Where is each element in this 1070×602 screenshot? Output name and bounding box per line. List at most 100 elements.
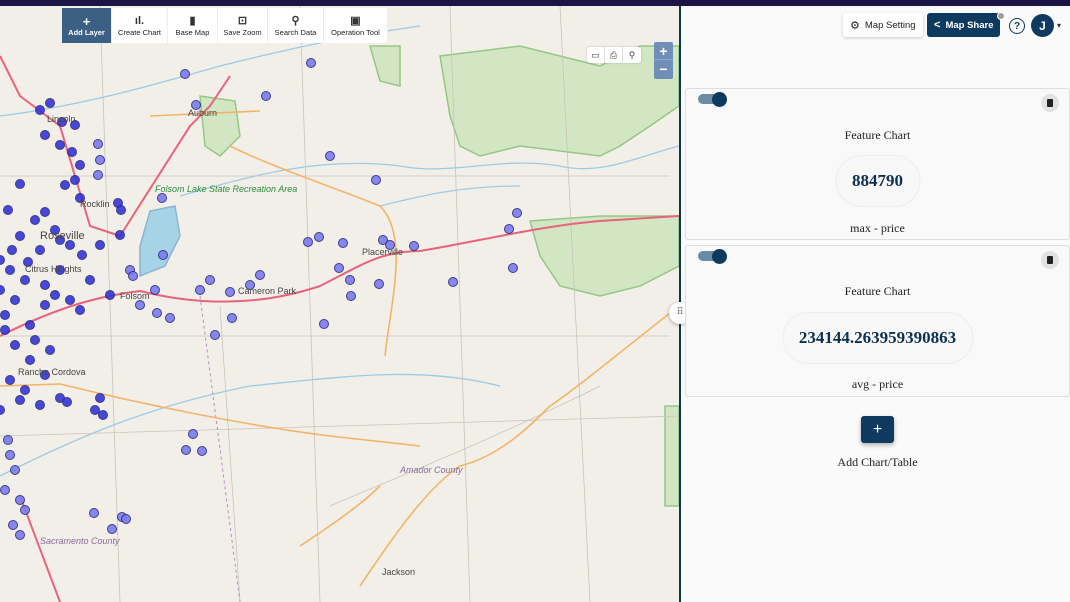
map-share-button[interactable]: < Map Share <box>927 13 1001 37</box>
map-marker[interactable] <box>20 385 30 395</box>
map-marker[interactable] <box>116 205 126 215</box>
map-marker[interactable] <box>15 179 25 189</box>
map-marker[interactable] <box>15 495 25 505</box>
map-marker[interactable] <box>20 275 30 285</box>
map-marker[interactable] <box>40 300 50 310</box>
map-marker[interactable] <box>504 224 514 234</box>
map-marker[interactable] <box>195 285 205 295</box>
map-marker[interactable] <box>77 250 87 260</box>
map-marker[interactable] <box>345 275 355 285</box>
map-marker[interactable] <box>303 237 313 247</box>
map-marker[interactable] <box>165 313 175 323</box>
map-marker[interactable] <box>10 340 20 350</box>
map-marker[interactable] <box>93 170 103 180</box>
print-button[interactable]: ⎙ <box>605 47 623 63</box>
map-marker[interactable] <box>261 91 271 101</box>
map-marker[interactable] <box>0 325 10 335</box>
map-marker[interactable] <box>325 151 335 161</box>
map-marker[interactable] <box>225 287 235 297</box>
map-marker[interactable] <box>85 275 95 285</box>
map-marker[interactable] <box>255 270 265 280</box>
map-marker[interactable] <box>35 400 45 410</box>
map-marker[interactable] <box>152 308 162 318</box>
map-marker[interactable] <box>60 180 70 190</box>
map-view[interactable]: Auburn Lincoln Rocklin Roseville Folsom … <box>0 6 679 602</box>
map-marker[interactable] <box>15 395 25 405</box>
map-marker[interactable] <box>90 405 100 415</box>
map-marker[interactable] <box>8 520 18 530</box>
map-marker[interactable] <box>89 508 99 518</box>
map-marker[interactable] <box>98 410 108 420</box>
map-marker[interactable] <box>105 290 115 300</box>
map-marker[interactable] <box>65 295 75 305</box>
zoom-out-button[interactable]: − <box>654 60 673 78</box>
map-marker[interactable] <box>197 446 207 456</box>
map-marker[interactable] <box>448 277 458 287</box>
map-marker[interactable] <box>508 263 518 273</box>
map-marker[interactable] <box>121 514 131 524</box>
map-marker[interactable] <box>181 445 191 455</box>
map-marker[interactable] <box>45 98 55 108</box>
map-marker[interactable] <box>67 147 77 157</box>
map-marker[interactable] <box>45 345 55 355</box>
map-marker[interactable] <box>205 275 215 285</box>
map-marker[interactable] <box>5 375 15 385</box>
map-marker[interactable] <box>55 140 65 150</box>
save-zoom-button[interactable]: ⊡ Save Zoom <box>218 8 268 43</box>
map-marker[interactable] <box>25 355 35 365</box>
delete-icon[interactable] <box>1041 251 1059 269</box>
map-marker[interactable] <box>371 175 381 185</box>
map-marker[interactable] <box>0 310 10 320</box>
map-marker[interactable] <box>135 300 145 310</box>
map-marker[interactable] <box>314 232 324 242</box>
map-marker[interactable] <box>7 245 17 255</box>
create-chart-button[interactable]: ıl. Create Chart <box>112 8 168 43</box>
map-marker[interactable] <box>62 397 72 407</box>
zoom-in-button[interactable]: + <box>654 42 673 60</box>
map-marker[interactable] <box>5 450 15 460</box>
chevron-down-icon[interactable]: ▾ <box>1057 21 1061 30</box>
delete-icon[interactable] <box>1041 94 1059 112</box>
map-marker[interactable] <box>35 105 45 115</box>
map-marker[interactable] <box>3 435 13 445</box>
map-marker[interactable] <box>20 505 30 515</box>
map-setting-button[interactable]: ⚙ Map Setting <box>843 13 923 37</box>
map-marker[interactable] <box>346 291 356 301</box>
map-marker[interactable] <box>319 319 329 329</box>
map-marker[interactable] <box>95 240 105 250</box>
measure-button[interactable]: ▭ <box>587 47 605 63</box>
map-marker[interactable] <box>25 320 35 330</box>
map-marker[interactable] <box>40 280 50 290</box>
map-marker[interactable] <box>5 265 15 275</box>
add-chart-button[interactable]: + <box>861 416 894 443</box>
add-layer-button[interactable]: + Add Layer <box>62 8 112 43</box>
map-marker[interactable] <box>15 530 25 540</box>
map-marker[interactable] <box>40 207 50 217</box>
map-marker[interactable] <box>150 285 160 295</box>
map-marker[interactable] <box>0 285 5 295</box>
map-marker[interactable] <box>107 524 117 534</box>
map-marker[interactable] <box>75 160 85 170</box>
card-visibility-toggle[interactable] <box>698 248 727 264</box>
map-marker[interactable] <box>158 250 168 260</box>
map-marker[interactable] <box>95 393 105 403</box>
help-icon[interactable]: ? <box>1009 18 1025 34</box>
card-visibility-toggle[interactable] <box>698 91 727 107</box>
map-marker[interactable] <box>180 69 190 79</box>
map-marker[interactable] <box>10 465 20 475</box>
map-marker[interactable] <box>115 230 125 240</box>
map-marker[interactable] <box>35 245 45 255</box>
map-marker[interactable] <box>227 313 237 323</box>
map-marker[interactable] <box>30 215 40 225</box>
map-search-button[interactable]: ⚲ <box>623 47 641 63</box>
map-marker[interactable] <box>374 279 384 289</box>
map-marker[interactable] <box>334 263 344 273</box>
map-marker[interactable] <box>188 429 198 439</box>
map-marker[interactable] <box>30 335 40 345</box>
map-marker[interactable] <box>128 271 138 281</box>
map-marker[interactable] <box>10 295 20 305</box>
map-marker[interactable] <box>306 58 316 68</box>
search-data-button[interactable]: ⚲ Search Data <box>268 8 324 43</box>
map-marker[interactable] <box>338 238 348 248</box>
map-marker[interactable] <box>3 205 13 215</box>
